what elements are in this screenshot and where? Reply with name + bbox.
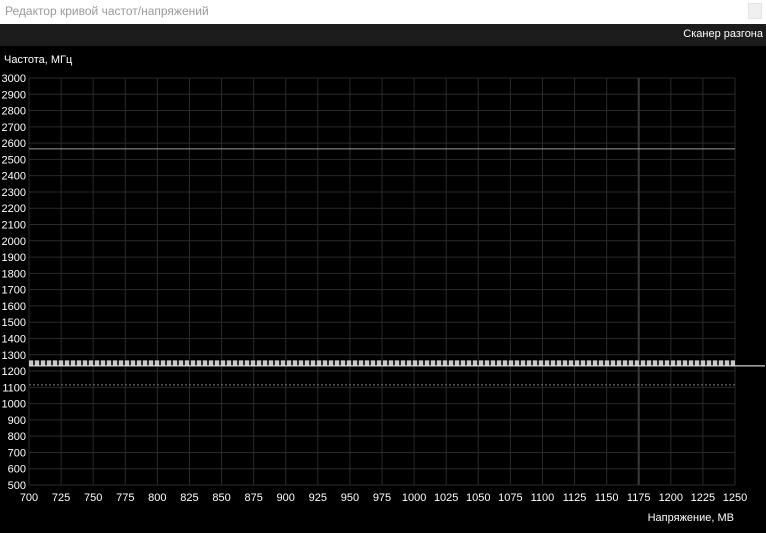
- x-tick-label: 1025: [434, 492, 458, 504]
- x-axis-title: Напряжение, МВ: [648, 512, 734, 524]
- x-tick-label: 775: [116, 492, 134, 504]
- y-tick-label: 2000: [2, 236, 26, 248]
- y-tick-label: 1100: [2, 382, 26, 394]
- x-tick-label: 1150: [595, 492, 619, 504]
- y-tick-label: 2700: [2, 122, 26, 134]
- x-tick-label: 725: [52, 492, 70, 504]
- y-tick-label: 700: [8, 447, 26, 459]
- y-tick-label: 600: [8, 464, 26, 476]
- title-bar: Редактор кривой частот/напряжений: [0, 0, 766, 24]
- y-tick-label: 2100: [2, 220, 26, 232]
- x-tick-label: 1125: [563, 492, 587, 504]
- vf-curve-editor-window: Редактор кривой частот/напряжений Сканер…: [0, 0, 766, 528]
- x-tick-label: 1075: [498, 492, 522, 504]
- window-title: Редактор кривой частот/напряжений: [5, 4, 209, 18]
- y-tick-label: 1300: [2, 350, 26, 362]
- x-tick-label: 700: [20, 492, 38, 504]
- x-tick-label: 800: [148, 492, 166, 504]
- y-tick-label: 800: [8, 431, 26, 443]
- y-tick-label: 2200: [2, 203, 26, 215]
- y-tick-label: 1500: [2, 317, 26, 329]
- y-tick-label: 2500: [2, 154, 26, 166]
- x-tick-label: 1250: [723, 492, 747, 504]
- chart-svg[interactable]: Частота, МГц Напряжение, МВ 700 725 750 775…: [0, 46, 766, 528]
- y-tick-label: 900: [8, 415, 26, 427]
- y-tick-label: 2900: [2, 89, 26, 101]
- vf-curve-chart[interactable]: Частота, МГц Напряжение, МВ 700 725 750 775…: [0, 46, 766, 528]
- x-tick-label: 1200: [659, 492, 683, 504]
- y-tick-label: 2600: [2, 138, 26, 150]
- y-tick-label: 1600: [2, 301, 26, 313]
- y-axis-title: Частота, МГц: [4, 54, 73, 66]
- x-tick-label: 1000: [402, 492, 426, 504]
- x-tick-label: 750: [84, 492, 102, 504]
- toolbar: Сканер разгона: [0, 24, 766, 46]
- y-tick-label: 1800: [2, 268, 26, 280]
- y-tick-label: 1400: [2, 333, 26, 345]
- y-tick-label: 1700: [2, 285, 26, 297]
- y-tick-label: 1900: [2, 252, 26, 264]
- y-tick-label: 1200: [2, 366, 26, 378]
- y-tick-label: 500: [8, 480, 26, 492]
- x-tick-label: 1225: [691, 492, 715, 504]
- y-tick-label: 2300: [2, 187, 26, 199]
- x-tick-label: 875: [244, 492, 262, 504]
- y-tick-label: 2400: [2, 171, 26, 183]
- x-tick-label: 950: [341, 492, 359, 504]
- x-tick-label: 1050: [466, 492, 490, 504]
- oc-scanner-button[interactable]: Сканер разгона: [683, 28, 763, 40]
- x-tick-label: 850: [212, 492, 230, 504]
- x-tick-label: 925: [309, 492, 327, 504]
- x-tick-label: 825: [180, 492, 198, 504]
- y-tick-label: 2800: [2, 106, 26, 118]
- close-button[interactable]: [748, 3, 762, 19]
- x-tick-label: 900: [277, 492, 295, 504]
- y-tick-label: 3000: [2, 73, 26, 85]
- y-tick-label: 1000: [2, 399, 26, 411]
- x-tick-label: 1100: [531, 492, 555, 504]
- x-tick-label: 975: [373, 492, 391, 504]
- x-tick-label: 1175: [627, 492, 651, 504]
